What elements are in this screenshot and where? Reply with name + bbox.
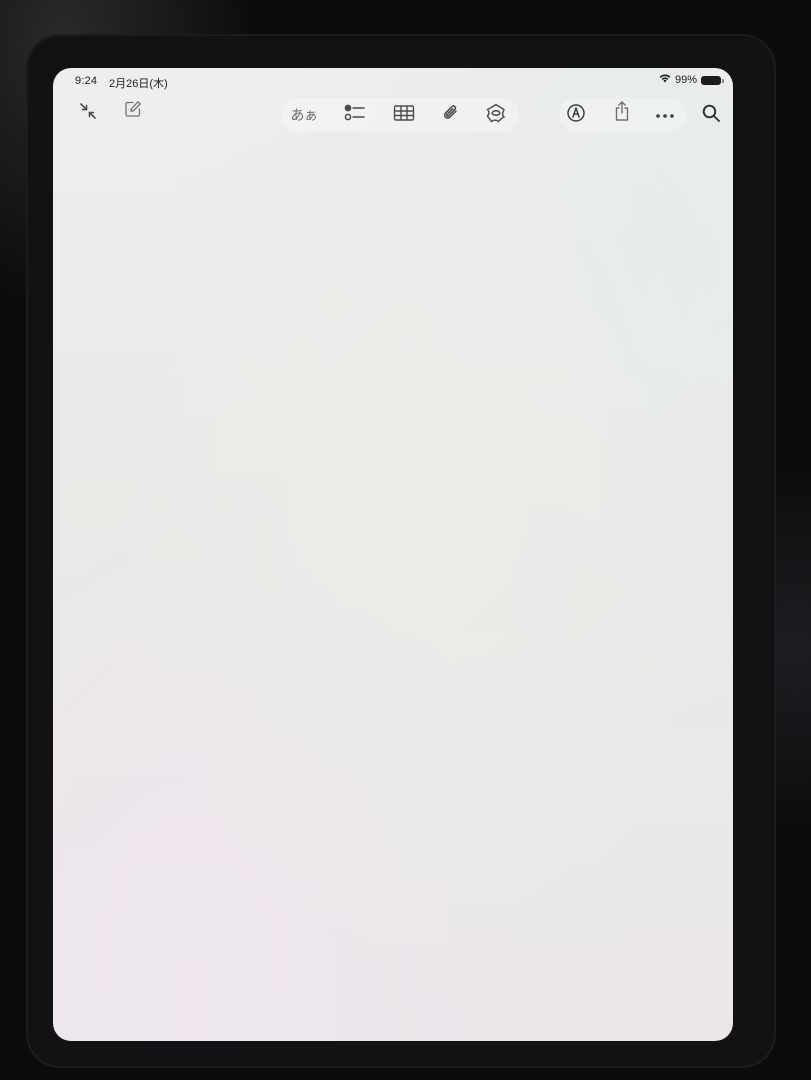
search-button[interactable] [696,100,726,130]
attachment-icon [441,103,461,128]
battery-percent: 99% [674,74,697,86]
share-icon [613,100,631,127]
markup-icon [566,103,586,128]
status-date: 2月26日(木) [109,78,168,90]
status-bar: 9:24 2月26日(木) 99% [53,68,733,96]
checklist-button[interactable] [340,100,370,130]
format-text-icon: あぁ [290,107,319,123]
search-icon [701,103,721,128]
format-button[interactable]: あぁ [289,100,319,130]
ipad-screen: 9:24 2月26日(木) 99% あぁ [53,68,733,1041]
attachment-button[interactable] [436,100,466,130]
more-icon [655,106,675,124]
collapse-icon [79,102,97,125]
apple-intelligence-button[interactable] [481,100,511,130]
status-right-group: 99% [659,74,724,86]
status-time: 9:24 [75,75,98,87]
share-button[interactable] [607,98,637,128]
battery-icon [701,75,724,85]
more-button[interactable] [650,100,680,130]
wifi-icon [659,74,671,86]
new-note-button[interactable] [118,96,148,126]
table-button[interactable] [389,100,419,130]
table-icon [393,104,415,127]
markup-button[interactable] [561,100,591,130]
apple-intelligence-icon [485,102,507,129]
note-editor[interactable] [53,138,733,1041]
collapse-button[interactable] [73,98,103,128]
compose-icon [124,100,142,123]
checklist-icon [344,103,366,128]
